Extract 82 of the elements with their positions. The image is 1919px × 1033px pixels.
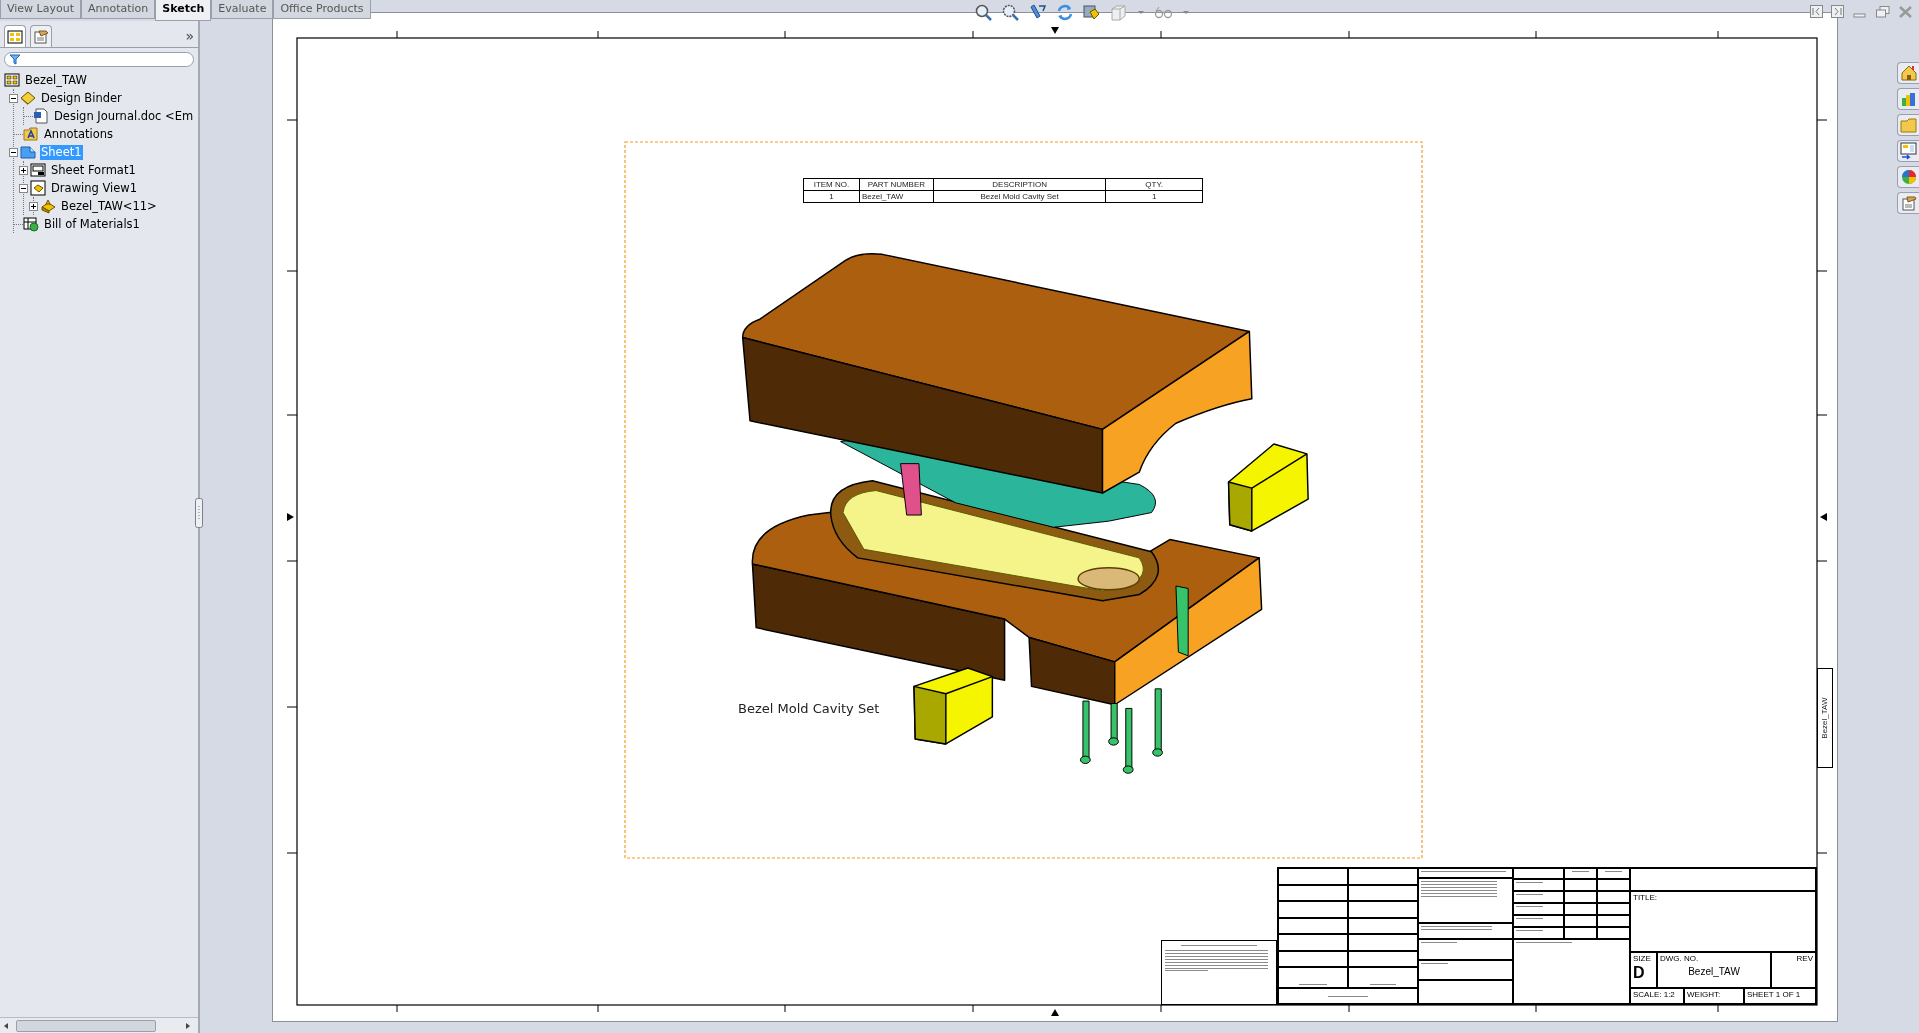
tile-right-icon[interactable]: [1831, 5, 1844, 19]
title-block-text: SIZE: [1633, 954, 1652, 964]
column-header: ITEM NO.: [803, 178, 860, 191]
task-pane-tab[interactable]: [1897, 166, 1919, 188]
part-icon: [40, 198, 56, 214]
zoom-area-icon[interactable]: [1001, 3, 1020, 22]
tree-item[interactable]: Annotations: [43, 126, 115, 142]
cube-icon[interactable]: [1109, 3, 1128, 22]
table-cell: SCALE: 1:2: [1630, 988, 1684, 1004]
properties-icon: [1899, 194, 1918, 212]
tree-item[interactable]: Design Binder: [40, 90, 123, 106]
column-header: DESCRIPTION: [933, 178, 1106, 191]
ribbon-tab[interactable]: Office Products: [273, 0, 371, 19]
table-cell: Bezel Mold Cavity Set: [933, 190, 1106, 203]
expand-panel-button[interactable]: »: [185, 25, 194, 47]
ribbon-tab[interactable]: Evaluate: [211, 0, 274, 19]
filter-icon: [9, 54, 21, 65]
task-pane-tab[interactable]: [1897, 140, 1919, 162]
view-icon: [30, 180, 46, 196]
expand-toggle[interactable]: [19, 165, 28, 175]
scrollbar-thumb[interactable]: [16, 1019, 156, 1032]
centering-arrow-icon: [287, 513, 294, 521]
folder-icon: [23, 126, 39, 142]
table-cell: 1: [1105, 190, 1203, 203]
table-cell: SHEET 1 OF 1: [1744, 988, 1816, 1004]
restore-icon[interactable]: [1875, 5, 1890, 19]
collapse-toggle[interactable]: [9, 147, 18, 157]
tree-item[interactable]: Drawing View1: [50, 180, 139, 196]
tree-item[interactable]: Bezel_TAW: [24, 72, 88, 88]
refresh-icon[interactable]: [1055, 3, 1074, 22]
tree-item[interactable]: Bill of Materials1: [43, 216, 141, 232]
drawing-number: Bezel_TAW: [1687, 965, 1741, 979]
section-view-icon[interactable]: [1082, 3, 1101, 22]
tile-left-icon[interactable]: [1810, 5, 1823, 19]
close-icon[interactable]: [1898, 5, 1913, 19]
ribbon-tab[interactable]: Annotation: [81, 0, 156, 19]
sheet-icon: [20, 144, 36, 160]
view-label: Bezel Mold Cavity Set: [738, 700, 880, 718]
color-ball-icon: [1899, 168, 1918, 186]
sheet-size: D: [1633, 964, 1646, 982]
tree-tab[interactable]: [4, 25, 26, 47]
clipboard-icon: [33, 29, 49, 44]
zoom-fit-icon[interactable]: [974, 3, 993, 22]
task-pane-tab[interactable]: [1897, 88, 1919, 110]
task-pane-tab[interactable]: [1897, 114, 1919, 136]
title-block-text: TITLE:: [1633, 892, 1658, 903]
folder-icon: [1899, 116, 1918, 134]
collapse-toggle[interactable]: [19, 183, 28, 193]
ribbon-tab[interactable]: Sketch: [155, 0, 212, 21]
table-cell: Bezel_TAW: [859, 190, 934, 203]
properties-tab[interactable]: [30, 25, 52, 47]
tree-item[interactable]: Design Journal.doc <Em: [53, 108, 195, 124]
tree-item[interactable]: Sheet Format1: [50, 162, 137, 178]
centering-arrow-icon: [1820, 513, 1827, 521]
frame-icon: [30, 162, 46, 178]
centering-arrow-icon: [1051, 27, 1059, 34]
column-header: PART NUMBER: [859, 178, 934, 191]
drawing-view-boundary[interactable]: [624, 141, 1423, 859]
tree-item[interactable]: Bezel_TAW<11>: [60, 198, 158, 214]
centering-arrow-icon: [1051, 1009, 1059, 1016]
library-icon: [1899, 90, 1918, 108]
edge-label: Bezel_TAW: [1820, 696, 1830, 741]
title-block-text: DWG. NO.: [1660, 954, 1700, 964]
table-cell: 1: [803, 190, 860, 203]
binder-icon: [20, 90, 36, 106]
drawing-icon: [4, 72, 20, 88]
collapse-toggle[interactable]: [9, 93, 18, 103]
view-palette-icon: [1899, 142, 1918, 160]
tree-view-icon: [7, 29, 23, 44]
title-block-text: REV: [1795, 954, 1813, 964]
table-cell: WEIGHT:: [1684, 988, 1744, 1004]
table-icon: [23, 216, 39, 232]
splitter-handle[interactable]: [195, 498, 203, 528]
expand-toggle[interactable]: [29, 201, 38, 211]
task-pane-tab[interactable]: [1897, 62, 1919, 84]
task-pane-tab[interactable]: [1897, 192, 1919, 214]
fine-print-drawing: [1421, 925, 1493, 930]
column-header: QTY.: [1105, 178, 1203, 191]
filter-field[interactable]: [4, 52, 194, 67]
home-icon: [1899, 64, 1918, 82]
document-icon: [33, 108, 49, 124]
ribbon-tab[interactable]: View Layout: [0, 0, 81, 19]
